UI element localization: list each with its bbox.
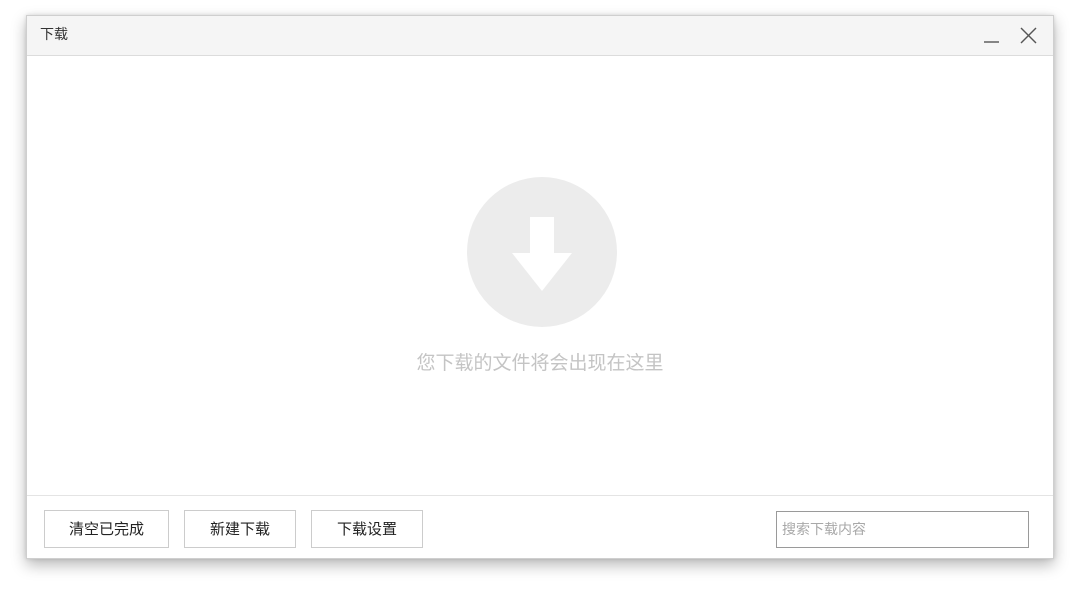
new-download-button[interactable]: 新建下载 [184, 510, 296, 548]
close-button[interactable] [1015, 24, 1041, 48]
title-bar: 下载 [27, 16, 1053, 56]
empty-state-badge [467, 177, 617, 327]
minimize-button[interactable] [979, 24, 1005, 48]
window-title: 下载 [40, 27, 68, 43]
download-settings-button[interactable]: 下载设置 [311, 510, 423, 548]
downloads-list-area: 您下载的文件将会出现在这里 [27, 56, 1053, 495]
empty-state-message: 您下载的文件将会出现在这里 [416, 352, 664, 374]
download-window: 下载 您下载的文件将会出现在这里 清空已完成 新建下载 下载设置 [26, 15, 1054, 559]
search-downloads-input[interactable] [776, 511, 1029, 548]
download-arrow-icon [512, 217, 572, 291]
minimize-icon [984, 41, 999, 43]
footer-toolbar: 清空已完成 新建下载 下载设置 [27, 495, 1053, 558]
close-icon [1020, 27, 1037, 44]
clear-completed-button[interactable]: 清空已完成 [44, 510, 169, 548]
